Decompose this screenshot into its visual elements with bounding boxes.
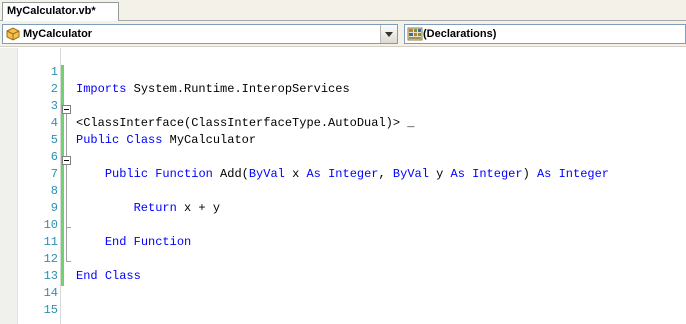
code-text: Return x + y xyxy=(76,200,220,217)
keyword-token: Integer xyxy=(328,167,379,181)
code-line[interactable]: 5 Public Class MyCalculator xyxy=(0,132,686,149)
document-tab[interactable]: MyCalculator.vb* xyxy=(2,2,119,22)
code-editor[interactable]: 1 2 Imports System.Runtime.InteropServices… xyxy=(0,48,686,324)
code-line[interactable]: 12 xyxy=(0,251,686,268)
line-number: 8 xyxy=(50,184,58,198)
class-name-dropdown[interactable]: MyCalculator xyxy=(2,24,398,44)
keyword-token: Imports xyxy=(76,82,127,96)
line-number: 15 xyxy=(43,303,58,317)
keyword-token: Public xyxy=(104,167,149,181)
keyword-token: Class xyxy=(126,133,163,147)
keyword-token: Public xyxy=(76,133,120,147)
member-name-value: (Declarations) xyxy=(423,28,497,40)
class-dropdown-button[interactable] xyxy=(380,25,397,43)
code-line[interactable]: 6 xyxy=(0,149,686,166)
keyword-token: End xyxy=(76,269,98,283)
code-line[interactable]: 11 End Function xyxy=(0,234,686,251)
keyword-token: Function xyxy=(155,167,213,181)
code-text: Public Function Add(ByVal x As Integer, … xyxy=(76,166,609,183)
line-number: 4 xyxy=(50,116,58,130)
member-name-dropdown[interactable]: (Declarations) xyxy=(404,24,686,44)
keyword-token: Integer xyxy=(558,167,610,181)
class-icon xyxy=(5,27,21,41)
line-number: 3 xyxy=(50,99,58,113)
keyword-token: Integer xyxy=(472,167,523,181)
code-line[interactable]: 10 xyxy=(0,217,686,234)
code-line[interactable]: 4 <ClassInterface(ClassInterfaceType.Auto… xyxy=(0,115,686,132)
text-token: <ClassInterface(ClassInterfaceType.AutoD… xyxy=(76,116,415,130)
keyword-token: ByVal xyxy=(248,167,285,181)
line-number: 13 xyxy=(43,269,58,283)
line-number: 2 xyxy=(50,82,58,96)
keyword-token: End xyxy=(104,235,127,249)
text-token: System.Runtime.InteropServices xyxy=(126,82,350,96)
keyword-token: As xyxy=(450,167,465,181)
class-name-value: MyCalculator xyxy=(23,28,93,40)
keyword-token: Return xyxy=(133,201,177,215)
line-number: 14 xyxy=(43,286,58,300)
chevron-down-icon xyxy=(385,32,393,37)
code-text: <ClassInterface(ClassInterfaceType.AutoD… xyxy=(76,115,414,132)
text-token: Add( xyxy=(212,167,249,181)
line-number: 10 xyxy=(43,218,58,232)
text-token: MyCalculator xyxy=(162,133,257,147)
line-number: 6 xyxy=(50,150,58,164)
text-token: x + y xyxy=(176,201,221,215)
line-number: 5 xyxy=(50,133,58,147)
text-token: y xyxy=(428,167,451,181)
keyword-token: Function xyxy=(133,235,192,249)
navigation-bar: MyCalculator (Declarations) xyxy=(0,21,686,47)
declarations-icon xyxy=(407,27,423,41)
text-token: ) xyxy=(522,167,537,181)
code-text: Imports System.Runtime.InteropServices xyxy=(76,81,350,98)
code-line[interactable]: 14 xyxy=(0,285,686,302)
document-tab-strip: MyCalculator.vb* xyxy=(0,0,686,22)
code-line[interactable]: 15 xyxy=(0,302,686,319)
keyword-token: ByVal xyxy=(392,167,429,181)
code-line[interactable]: 7 Public Function Add(ByVal x As Integer… xyxy=(0,166,686,183)
code-line[interactable]: 2 Imports System.Runtime.InteropServices xyxy=(0,81,686,98)
code-line[interactable]: 13 End Class xyxy=(0,268,686,285)
line-number: 12 xyxy=(43,252,58,266)
line-number: 11 xyxy=(43,235,58,249)
code-line[interactable]: 9 Return x + y xyxy=(0,200,686,217)
text-token: x xyxy=(284,167,307,181)
code-text: End Function xyxy=(76,234,191,251)
keyword-token: As xyxy=(536,167,552,181)
code-line[interactable]: 8 xyxy=(0,183,686,200)
keyword-token: As xyxy=(306,167,321,181)
line-number: 1 xyxy=(50,65,58,79)
code-line[interactable]: 3 xyxy=(0,98,686,115)
line-number: 7 xyxy=(50,167,58,181)
code-text: Public Class MyCalculator xyxy=(76,132,256,149)
code-text: End Class xyxy=(76,268,141,285)
code-line[interactable]: 1 xyxy=(0,64,686,81)
line-number: 9 xyxy=(50,201,58,215)
keyword-token: Class xyxy=(104,269,141,283)
text-token: , xyxy=(378,167,393,181)
